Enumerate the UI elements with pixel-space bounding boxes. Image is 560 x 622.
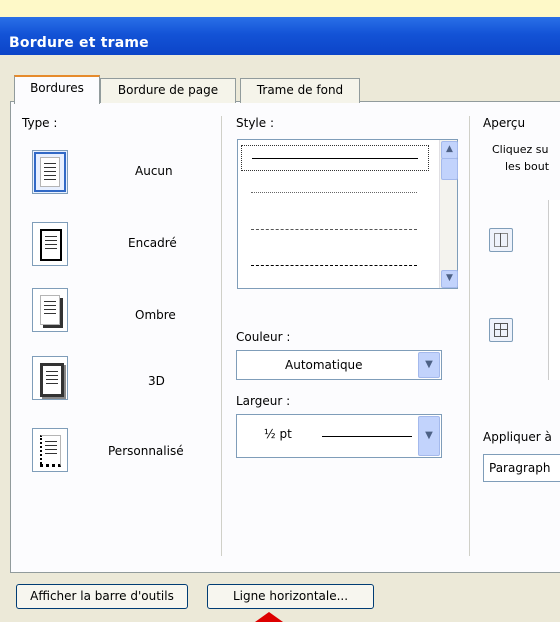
preset-personnalise[interactable] [32,428,68,472]
preset-aucun-label: Aucun [135,164,173,178]
scroll-thumb[interactable] [441,158,458,180]
top-strip [0,0,560,18]
style-dashed-fine[interactable] [241,217,427,241]
preset-3d-label: 3D [148,374,165,388]
preview-area [548,200,560,380]
title-bar: Bordure et trame [0,17,560,55]
couleur-label: Couleur : [236,330,291,344]
preset-aucun[interactable] [32,150,68,194]
apercu-hint-2: les bout [505,160,550,173]
page-icon [40,157,60,187]
preset-personnalise-label: Personnalisé [108,444,184,458]
style-label: Style : [236,116,274,130]
border-inside-grid-icon[interactable] [489,318,513,342]
appliquer-value: Paragraph [489,461,551,475]
afficher-barre-outils-button[interactable]: Afficher la barre d'outils [16,584,188,609]
apercu-hint-1: Cliquez su [492,143,549,156]
scroll-up-icon[interactable]: ▲ [441,141,458,159]
separator [221,116,222,556]
page-custom-icon [40,435,61,467]
border-inside-vertical-icon[interactable] [489,228,513,252]
largeur-line-preview [322,436,412,437]
chevron-down-icon[interactable]: ▼ [418,352,440,378]
chevron-down-icon[interactable]: ▼ [418,416,440,456]
tab-bordures[interactable]: Bordures [14,75,100,104]
red-arrow-icon [255,612,283,622]
page-shadow-icon [40,295,60,325]
appliquer-dropdown[interactable]: Paragraph [483,454,560,482]
ligne-horizontale-button[interactable]: Ligne horizontale... [207,584,374,609]
style-scrollbar[interactable]: ▲ ▼ [439,140,458,288]
page-3d-icon [40,363,64,397]
separator [469,116,470,556]
apercu-label: Aperçu [483,116,526,130]
page-boxed-icon [40,229,62,261]
window-title: Bordure et trame [9,35,149,51]
couleur-value: Automatique [285,358,363,372]
style-dashed[interactable] [241,253,427,277]
preset-ombre-label: Ombre [135,308,176,322]
appliquer-label: Appliquer à [483,430,552,444]
largeur-dropdown[interactable]: ½ pt ▼ [236,414,442,458]
preset-encadre-label: Encadré [128,236,177,250]
style-dotted[interactable] [241,180,427,204]
couleur-dropdown[interactable]: Automatique ▼ [236,350,442,380]
tab-bordure-de-page[interactable]: Bordure de page [100,78,236,103]
tab-trame-de-fond[interactable]: Trame de fond [240,78,360,103]
largeur-label: Largeur : [236,394,291,408]
scroll-down-icon[interactable]: ▼ [441,270,458,288]
preset-encadre[interactable] [32,222,68,266]
preset-3d[interactable] [32,356,68,400]
style-listbox[interactable]: ▲ ▼ [237,139,458,289]
preset-ombre[interactable] [32,288,68,332]
largeur-value: ½ pt [264,427,292,441]
style-solid[interactable] [241,145,429,171]
type-label: Type : [22,116,58,130]
